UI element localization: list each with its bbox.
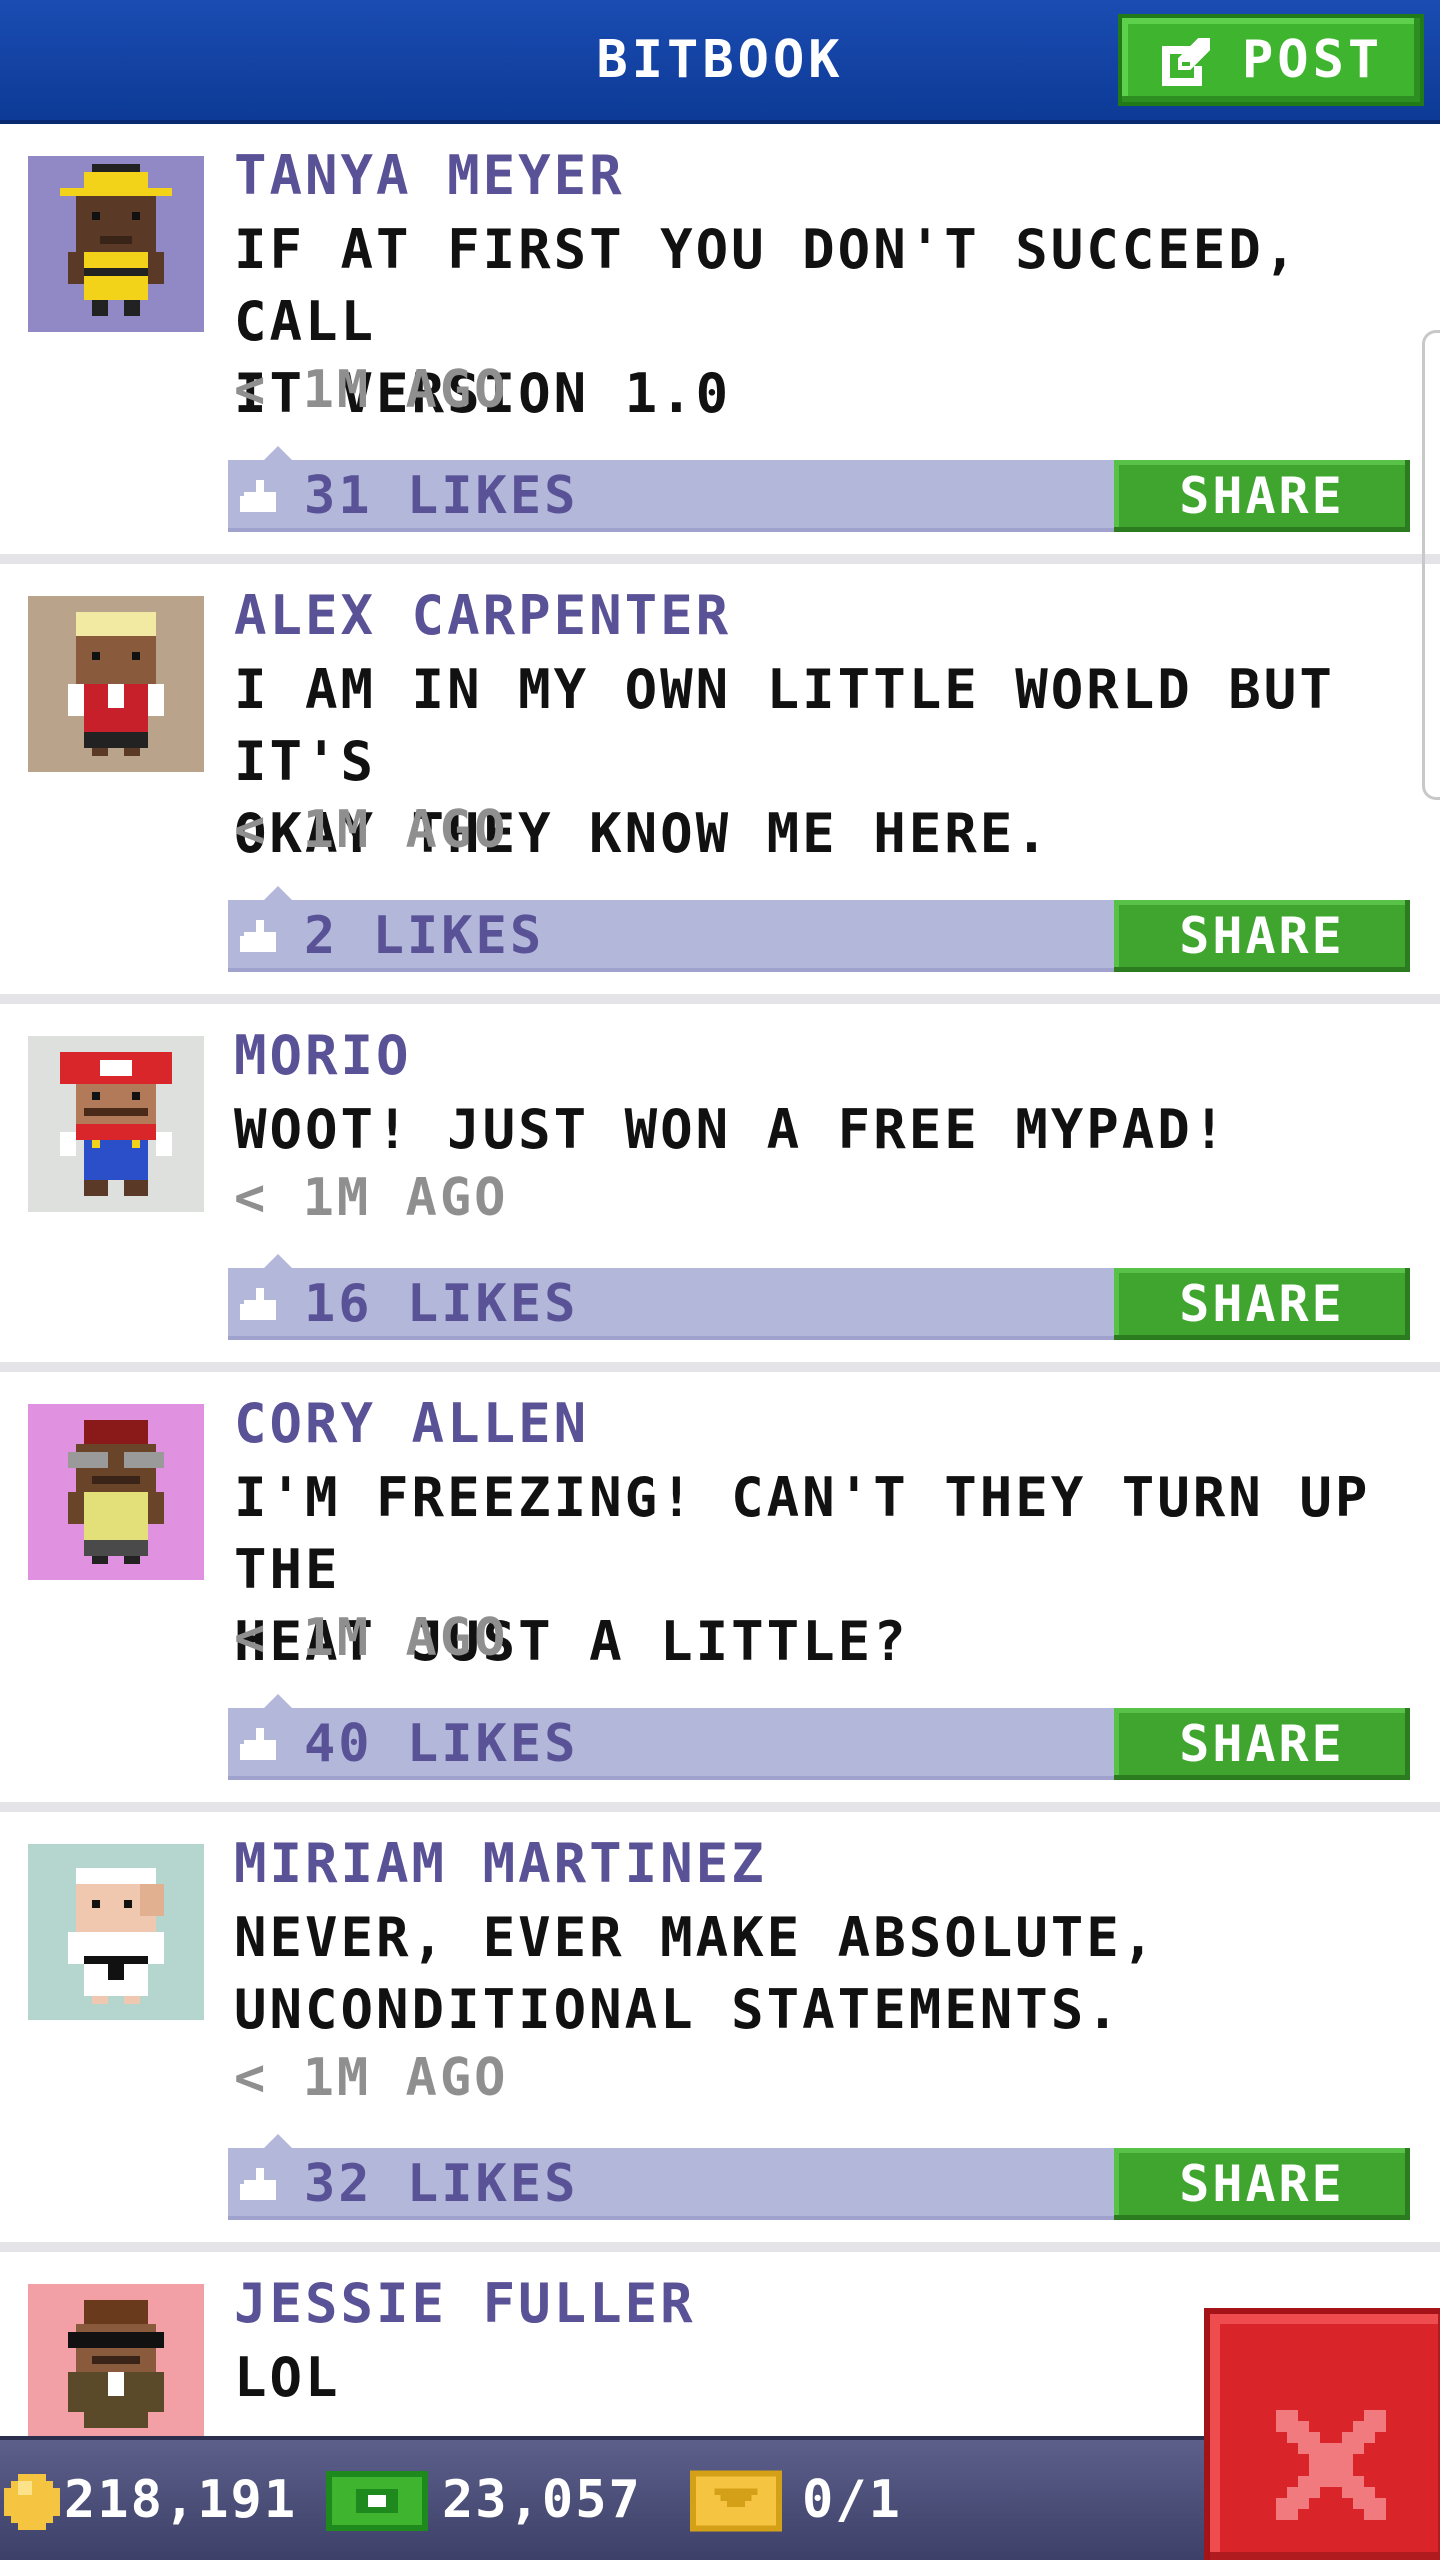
likes-count: 2 LIKES bbox=[304, 906, 545, 966]
post-author[interactable]: MIRIAM MARTINEZ bbox=[234, 1832, 767, 1895]
feed-post: TANYA MEYER IF AT FIRST YOU DON'T SUCCEE… bbox=[0, 124, 1440, 564]
like-bar-notch bbox=[264, 2134, 292, 2148]
likes-count: 16 LIKES bbox=[304, 1274, 579, 1334]
scroll-indicator[interactable] bbox=[1422, 330, 1440, 800]
avatar[interactable] bbox=[28, 1844, 204, 2020]
avatar[interactable] bbox=[28, 1036, 204, 1212]
post-message: WOOT! JUST WON A FREE MYPAD! bbox=[234, 1098, 1229, 1161]
edit-icon bbox=[1162, 38, 1210, 86]
post-author[interactable]: CORY ALLEN bbox=[234, 1392, 589, 1455]
post-author[interactable]: TANYA MEYER bbox=[234, 144, 625, 207]
post-author[interactable]: MORIO bbox=[234, 1024, 412, 1087]
bux-icon bbox=[326, 2471, 428, 2531]
feed-post: CORY ALLEN I'M FREEZING! CAN'T THEY TURN… bbox=[0, 1372, 1440, 1812]
post-time: < 1M AGO bbox=[234, 2048, 509, 2108]
share-button[interactable]: SHARE bbox=[1114, 2148, 1410, 2220]
coins-count: 218,191 bbox=[64, 2470, 298, 2530]
avatar-jessie-icon bbox=[28, 2284, 204, 2436]
thumbs-up-icon[interactable] bbox=[240, 920, 280, 956]
post-time: < 1M AGO bbox=[234, 360, 509, 420]
post-button[interactable]: POST bbox=[1118, 14, 1424, 106]
thumbs-up-icon[interactable] bbox=[240, 1288, 280, 1324]
close-button[interactable] bbox=[1204, 2308, 1440, 2560]
thumbs-up-icon[interactable] bbox=[240, 1728, 280, 1764]
close-icon bbox=[1276, 2410, 1386, 2520]
share-button[interactable]: SHARE bbox=[1114, 900, 1410, 972]
divider bbox=[0, 554, 1440, 564]
thumbs-up-icon[interactable] bbox=[240, 480, 280, 516]
like-bar: 40 LIKES SHARE bbox=[228, 1694, 1410, 1780]
avatar[interactable] bbox=[28, 1404, 204, 1580]
post-message: NEVER, EVER MAKE ABSOLUTE, UNCONDITIONAL… bbox=[234, 1906, 1158, 2041]
tickets-count: 0/1 bbox=[802, 2470, 902, 2530]
avatar[interactable] bbox=[28, 596, 204, 772]
divider bbox=[0, 1362, 1440, 1372]
like-bar: 2 LIKES SHARE bbox=[228, 886, 1410, 972]
bux-count: 23,057 bbox=[442, 2470, 642, 2530]
like-bar: 16 LIKES SHARE bbox=[228, 1254, 1410, 1340]
post-author[interactable]: JESSIE FULLER bbox=[234, 2272, 696, 2335]
post-button-label: POST bbox=[1242, 30, 1384, 90]
share-button[interactable]: SHARE bbox=[1114, 460, 1410, 532]
share-button[interactable]: SHARE bbox=[1114, 1708, 1410, 1780]
post-time: < 1M AGO bbox=[234, 800, 509, 860]
likes-count: 31 LIKES bbox=[304, 466, 579, 526]
like-bar: 31 LIKES SHARE bbox=[228, 446, 1410, 532]
ticket-icon bbox=[690, 2470, 782, 2532]
share-button[interactable]: SHARE bbox=[1114, 1268, 1410, 1340]
like-bar-notch bbox=[264, 1694, 292, 1708]
avatar[interactable] bbox=[28, 2284, 204, 2436]
divider bbox=[0, 1802, 1440, 1812]
bitbook-screen: BITBOOK POST TANYA MEYER IF AT FIRST YOU… bbox=[0, 0, 1440, 2560]
like-bar-notch bbox=[264, 886, 292, 900]
feed-post: MIRIAM MARTINEZ NEVER, EVER MAKE ABSOLUT… bbox=[0, 1812, 1440, 2252]
like-bar-notch bbox=[264, 446, 292, 460]
like-bar-notch bbox=[264, 1254, 292, 1268]
avatar[interactable] bbox=[28, 156, 204, 332]
likes-count: 40 LIKES bbox=[304, 1714, 579, 1774]
post-time: < 1M AGO bbox=[234, 1168, 509, 1228]
feed-post: ALEX CARPENTER I AM IN MY OWN LITTLE WOR… bbox=[0, 564, 1440, 1004]
post-author[interactable]: ALEX CARPENTER bbox=[234, 584, 731, 647]
thumbs-up-icon[interactable] bbox=[240, 2168, 280, 2204]
likes-count: 32 LIKES bbox=[304, 2154, 579, 2214]
divider bbox=[0, 994, 1440, 1004]
avatar-tanya-icon bbox=[28, 156, 204, 332]
post-time: < 1M AGO bbox=[234, 1608, 509, 1668]
header-bar: BITBOOK POST bbox=[0, 0, 1440, 124]
coin-icon bbox=[4, 2474, 60, 2530]
avatar-miriam-icon bbox=[28, 1844, 204, 2020]
avatar-morio-icon bbox=[28, 1036, 204, 1212]
avatar-alex-icon bbox=[28, 596, 204, 772]
like-bar: 32 LIKES SHARE bbox=[228, 2134, 1410, 2220]
avatar-cory-icon bbox=[28, 1404, 204, 1580]
divider bbox=[0, 2242, 1440, 2252]
